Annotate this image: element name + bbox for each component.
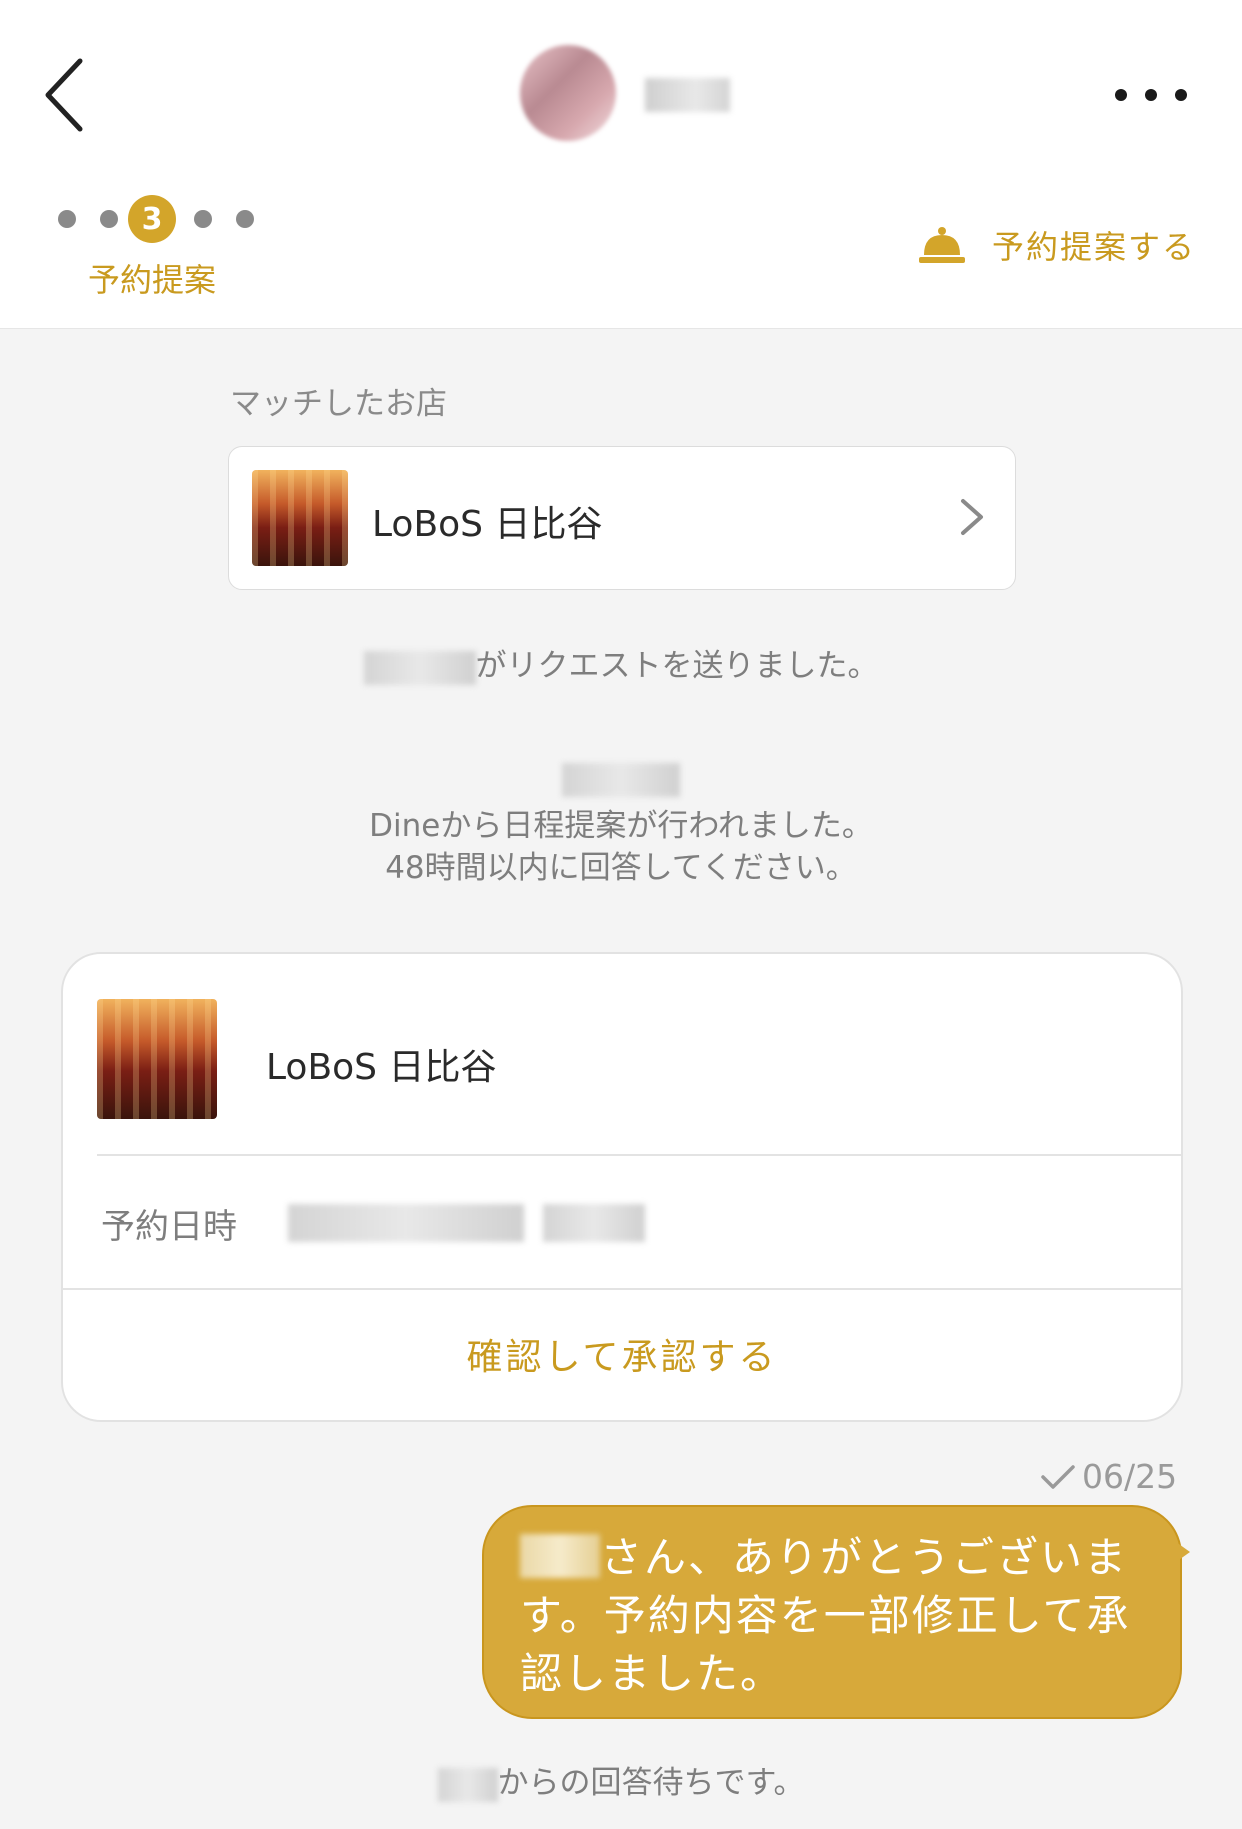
- step-current: 3: [128, 195, 176, 243]
- recipient-name-redacted: [520, 1534, 600, 1578]
- propose-button-label: 予約提案する: [992, 228, 1197, 266]
- timestamp-redacted-row: [0, 757, 1242, 799]
- step-dot: [236, 210, 254, 228]
- reservation-datetime-label: 予約日時: [101, 1207, 237, 1247]
- more-dots-icon: [1115, 89, 1127, 101]
- shop-name: LoBoS 日比谷: [372, 504, 603, 545]
- message-date: 06/25: [1082, 1457, 1178, 1496]
- proposal-shop-thumbnail[interactable]: [97, 999, 217, 1119]
- bell-icon: [919, 227, 965, 263]
- step-indicator: 3: [58, 195, 278, 243]
- reservation-time-redacted: [543, 1204, 645, 1242]
- step-dot: [194, 210, 212, 228]
- request-sent-text: がリクエストを送りました。: [475, 648, 879, 684]
- waiting-message: からの回答待ちです。: [0, 1762, 1242, 1804]
- confirm-approve-button[interactable]: 確認して承認する: [63, 1290, 1181, 1418]
- step-dot: [100, 210, 118, 228]
- message-meta: 06/25: [1040, 1457, 1177, 1496]
- header: 3 予約提案 予約提案する: [0, 0, 1242, 329]
- matched-shop-heading: マッチしたお店: [230, 386, 447, 422]
- proposal-shop-name[interactable]: LoBoS 日比谷: [266, 1038, 496, 1090]
- request-sent-message: がリクエストを送りました。: [0, 645, 1242, 687]
- sender-name-redacted: [363, 650, 476, 685]
- checkmark-icon: [1041, 1464, 1075, 1489]
- back-arrow-icon: [45, 58, 83, 132]
- dine-message-line2: 48時間以内に回答してください。: [385, 850, 857, 886]
- dine-message: Dineから日程提案が行われました。 48時間以内に回答してください。: [0, 805, 1242, 889]
- back-button[interactable]: [40, 55, 100, 135]
- shop-thumbnail: [252, 470, 348, 566]
- step-dot: [58, 210, 76, 228]
- matched-shop-card[interactable]: LoBoS 日比谷: [228, 446, 1016, 590]
- step-label: 予約提案: [88, 261, 217, 299]
- timestamp-redacted: [562, 762, 680, 797]
- chevron-right-icon: [961, 499, 983, 535]
- dine-message-line1: Dineから日程提案が行われました。: [369, 808, 873, 844]
- more-button[interactable]: [1115, 80, 1205, 110]
- propose-reservation-button[interactable]: 予約提案する: [918, 222, 1196, 268]
- waiting-text: からの回答待ちです。: [497, 1765, 805, 1801]
- bubble-tail: [1176, 1542, 1190, 1562]
- divider: [97, 1154, 1181, 1156]
- message-body: さん、ありがとうございます。予約内容を一部修正して承認しました。: [520, 1533, 1131, 1698]
- partner-name-redacted: [645, 78, 730, 112]
- partner-name-redacted: [437, 1767, 498, 1802]
- proposal-card: LoBoS 日比谷 予約日時 確認して承認する: [61, 952, 1183, 1422]
- reservation-datetime-redacted: [288, 1204, 524, 1242]
- avatar[interactable]: [520, 45, 616, 141]
- outgoing-message-bubble[interactable]: さん、ありがとうございます。予約内容を一部修正して承認しました。: [482, 1505, 1182, 1719]
- message-text: さん、ありがとうございます。予約内容を一部修正して承認しました。: [520, 1529, 1160, 1703]
